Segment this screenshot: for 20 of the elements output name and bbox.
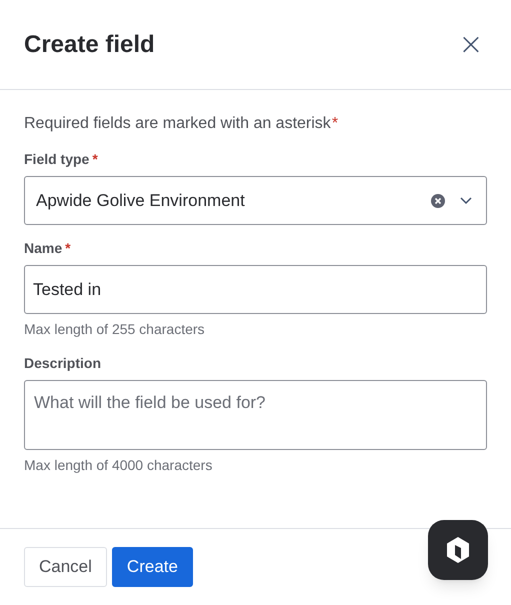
help-button[interactable]: [428, 520, 488, 580]
dialog-title: Create field: [24, 30, 155, 60]
asterisk: *: [92, 150, 98, 169]
cancel-button[interactable]: Cancel: [24, 547, 107, 587]
field-type-select[interactable]: Apwide Golive Environment: [24, 176, 487, 225]
asterisk: *: [65, 239, 71, 258]
field-label: Name: [24, 239, 62, 258]
chevron-down-icon[interactable]: [460, 196, 472, 204]
field-label: Description: [24, 354, 102, 373]
required-fields-note: Required fields are marked with an asterisk: [24, 114, 331, 134]
description-input[interactable]: What will the field be used for?: [24, 380, 487, 450]
helper-text: Max length of 255 characters: [24, 320, 206, 339]
asterisk: *: [332, 114, 338, 134]
field-label: Field type: [24, 150, 90, 169]
name-input[interactable]: Tested in: [24, 265, 487, 314]
close-button[interactable]: ×: [455, 28, 487, 60]
clear-icon[interactable]: [430, 192, 446, 208]
create-button[interactable]: Create: [112, 547, 193, 587]
helper-text: Max length of 4000 characters: [24, 456, 214, 475]
hexagon-logo-icon: [446, 536, 470, 564]
